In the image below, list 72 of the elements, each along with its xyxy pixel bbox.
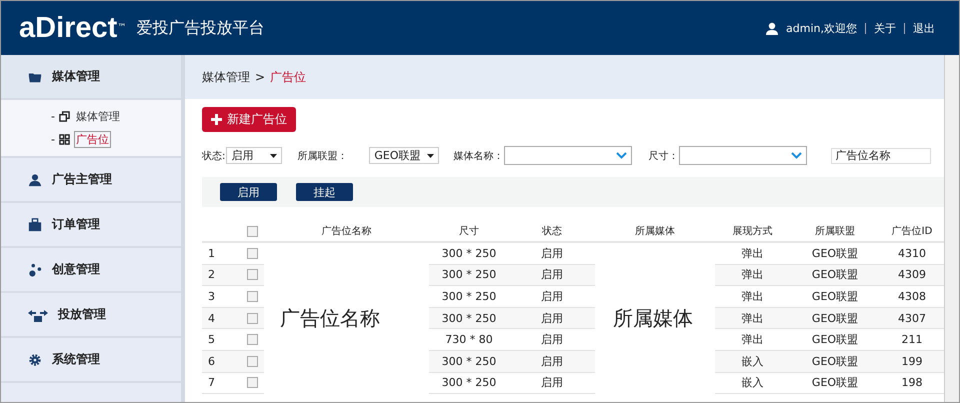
dash: - bbox=[51, 133, 55, 146]
table-cell: 弹出 bbox=[715, 264, 790, 286]
briefcase-icon bbox=[28, 218, 42, 232]
table-cell: 嵌入 bbox=[715, 350, 790, 373]
row-checkbox[interactable] bbox=[246, 334, 258, 346]
table-cell: 启用 bbox=[509, 372, 595, 394]
platform-title: 爱投广告投放平台 bbox=[136, 18, 264, 38]
table-cell: GEO联盟 bbox=[790, 264, 880, 286]
submenu-item[interactable]: 广告位 bbox=[74, 131, 111, 148]
logo: aDirect bbox=[19, 12, 118, 44]
settings-icon bbox=[28, 352, 42, 366]
share-icon bbox=[28, 262, 42, 276]
dash: - bbox=[51, 110, 55, 123]
breadcrumb-link[interactable]: 媒体管理 bbox=[202, 68, 250, 86]
filter-label: 状态: bbox=[202, 150, 226, 162]
table-cell: 嵌入 bbox=[715, 372, 790, 394]
row-checkbox[interactable] bbox=[246, 290, 258, 302]
table-cell: 300 * 250 bbox=[429, 372, 509, 394]
caret-icon bbox=[270, 154, 278, 158]
table-cell: 300 * 250 bbox=[429, 308, 509, 330]
row-number: 6 bbox=[202, 350, 240, 373]
user-icon bbox=[766, 22, 778, 34]
action-button[interactable]: 挂起 bbox=[296, 183, 353, 201]
sidebar-item[interactable]: 媒体管理 bbox=[1, 55, 181, 100]
header-link[interactable]: 退出 bbox=[913, 20, 935, 36]
arrows-icon bbox=[28, 308, 48, 322]
row-checkbox[interactable] bbox=[246, 312, 258, 324]
table-cell: GEO联盟 bbox=[790, 372, 880, 394]
table-cell: 4307 bbox=[880, 308, 944, 330]
table-cell: 300 * 250 bbox=[429, 350, 509, 373]
row-checkbox[interactable] bbox=[246, 377, 258, 388]
filter-label: 尺寸： bbox=[648, 150, 678, 162]
row-number: 2 bbox=[202, 264, 240, 286]
scrollbar[interactable] bbox=[944, 55, 959, 402]
filter-label: 媒体名称： bbox=[453, 150, 504, 162]
dropdown[interactable]: 启用 bbox=[226, 147, 282, 164]
action-button[interactable]: 启用 bbox=[220, 183, 277, 201]
new-ad-slot-button[interactable]: 新建广告位 bbox=[202, 107, 296, 132]
table-cell: 启用 bbox=[509, 308, 595, 330]
filter-label: 所属联盟： bbox=[297, 150, 348, 162]
welcome-text: admin,欢迎您 bbox=[786, 20, 857, 36]
row-checkbox[interactable] bbox=[246, 356, 258, 367]
submenu-item[interactable]: 媒体管理 bbox=[74, 108, 122, 125]
caret-icon bbox=[427, 154, 434, 158]
copy-icon bbox=[58, 111, 70, 122]
row-checkbox[interactable] bbox=[246, 269, 258, 280]
grid-icon bbox=[58, 134, 70, 145]
row-checkbox[interactable] bbox=[246, 248, 258, 259]
table-cell: 4309 bbox=[880, 264, 944, 286]
table-cell: 198 bbox=[880, 372, 944, 394]
table-cell: 300 * 250 bbox=[429, 264, 509, 286]
row-number: 4 bbox=[202, 308, 240, 330]
table-cell: 199 bbox=[880, 350, 944, 373]
table-cell: GEO联盟 bbox=[790, 308, 880, 330]
breadcrumb-separator: > bbox=[255, 70, 266, 84]
table-cell: 启用 bbox=[509, 350, 595, 373]
name-search-field[interactable]: 广告位名称 bbox=[831, 148, 932, 164]
chevron-icon bbox=[616, 152, 628, 159]
dropdown[interactable]: GEO联盟 bbox=[369, 147, 440, 164]
chevron-icon bbox=[791, 152, 802, 159]
combo-field[interactable] bbox=[679, 146, 808, 165]
table-cell: 启用 bbox=[509, 264, 595, 286]
header-link[interactable]: 关于 bbox=[874, 20, 896, 36]
table-cell: GEO联盟 bbox=[790, 350, 880, 373]
breadcrumb-current: 广告位 bbox=[270, 68, 306, 86]
plus-icon bbox=[211, 114, 222, 125]
row-number: 7 bbox=[202, 372, 240, 394]
combo-field[interactable] bbox=[504, 146, 632, 165]
select-all-checkbox[interactable] bbox=[246, 226, 258, 236]
trademark: ™ bbox=[117, 23, 126, 33]
user-icon bbox=[28, 172, 42, 186]
table-cell: 弹出 bbox=[715, 308, 790, 330]
